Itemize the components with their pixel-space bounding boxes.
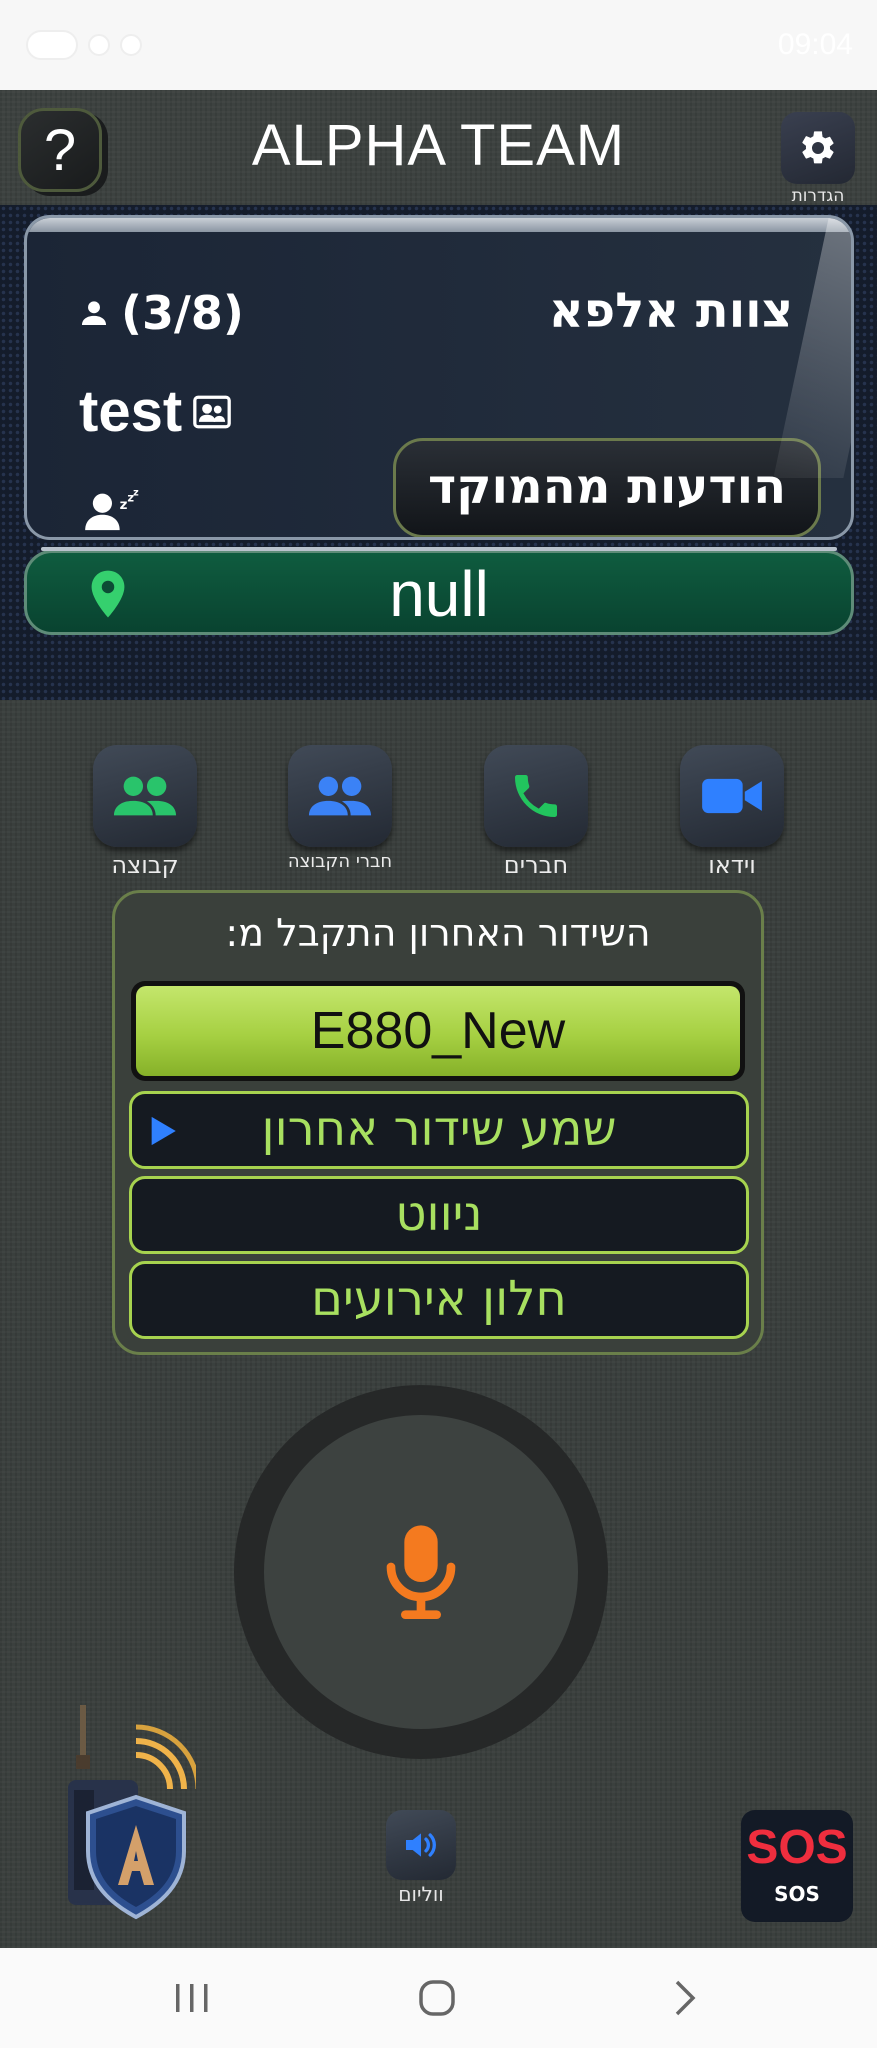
- broadcast-panel: השידור האחרון התקבל מ: E880_New שמע שידו…: [112, 890, 764, 1355]
- location-bar[interactable]: null: [24, 547, 854, 635]
- last-sender-field[interactable]: E880_New: [131, 981, 745, 1081]
- group-members-label: חברי הקבוצה: [287, 851, 393, 872]
- user-name-text: test: [79, 379, 183, 444]
- hq-messages-button[interactable]: הודעות מהמוקד: [393, 438, 821, 537]
- system-nav-bar: [0, 1948, 877, 2048]
- video-button[interactable]: [680, 745, 784, 847]
- speaker-icon: [406, 1833, 436, 1857]
- phone-icon: [515, 775, 557, 817]
- volume-button[interactable]: [386, 1810, 456, 1880]
- friends-label: חברים: [503, 851, 569, 879]
- top-bar: ? ALPHA TEAM הגדרות: [0, 90, 877, 206]
- member-count-text: (3/8): [121, 286, 244, 340]
- team-card: צוות אלפא (3/8) test z z z הודעות מהמוקד: [24, 215, 854, 540]
- app-logo: [66, 1705, 201, 1924]
- member-count[interactable]: (3/8): [77, 286, 244, 340]
- walkie-talkie-logo-icon: [68, 1705, 201, 1920]
- sos-big-text: SOS: [746, 1821, 848, 1874]
- video-icon: [702, 778, 762, 814]
- group-label: קבוצה: [111, 851, 179, 879]
- recents-icon: [176, 1984, 208, 2012]
- events-window-button[interactable]: חלון אירועים: [129, 1261, 749, 1339]
- back-button[interactable]: [665, 1978, 705, 2022]
- sleep-status-icon[interactable]: z z z: [83, 486, 141, 536]
- group-button[interactable]: [93, 745, 197, 847]
- back-chevron-icon: [675, 1980, 696, 2016]
- app-screen: ? ALPHA TEAM הגדרות צוות אלפא (3/8) test: [0, 90, 877, 1948]
- wifi-icon: [88, 34, 110, 56]
- contact-card-icon: [193, 395, 231, 428]
- volume-control[interactable]: ווליום: [384, 1810, 458, 1906]
- home-icon: [419, 1980, 455, 2016]
- team-name: צוות אלפא: [548, 283, 793, 339]
- status-icons: [26, 30, 142, 60]
- play-icon: [151, 1116, 176, 1146]
- notification-icon: [26, 30, 78, 60]
- status-bar: 09:04: [0, 0, 877, 90]
- friends-button[interactable]: [484, 745, 588, 847]
- broadcast-title: השידור האחרון התקבל מ:: [225, 911, 651, 955]
- play-last-broadcast-button[interactable]: שמע שידור אחרון: [129, 1091, 749, 1169]
- push-to-talk-inner: [264, 1415, 578, 1729]
- action-row: קבוצה חברי הקבוצה חברים וידאו: [0, 745, 877, 885]
- video-action[interactable]: וידאו: [677, 745, 787, 879]
- gear-icon: [802, 131, 834, 164]
- recents-button[interactable]: [172, 1978, 212, 2022]
- group-members-action[interactable]: חברי הקבוצה: [285, 745, 395, 872]
- location-status-icon: [120, 34, 142, 56]
- last-sender-text: E880_New: [136, 986, 740, 1076]
- group-action[interactable]: קבוצה: [90, 745, 200, 879]
- app-title: ALPHA TEAM: [251, 113, 626, 178]
- friends-action[interactable]: חברים: [481, 745, 591, 879]
- volume-label: ווליום: [398, 1882, 444, 1906]
- status-time: 09:04: [777, 28, 853, 61]
- group-icon: [113, 776, 177, 816]
- sos-small-text: SOS: [774, 1882, 820, 1906]
- svg-text:z: z: [133, 488, 139, 499]
- navigation-button[interactable]: ניווט: [129, 1176, 749, 1254]
- user-name: test: [79, 378, 232, 445]
- home-button[interactable]: [417, 1978, 457, 2022]
- team-card-highlight: [27, 218, 851, 232]
- push-to-talk-button[interactable]: [234, 1385, 608, 1759]
- video-label: וידאו: [708, 851, 756, 879]
- location-text: null: [389, 558, 489, 630]
- group-members-button[interactable]: [288, 745, 392, 847]
- sos-button[interactable]: SOS SOS: [741, 1810, 853, 1922]
- settings-label: הגדרות: [791, 186, 845, 206]
- microphone-icon: [386, 1525, 456, 1619]
- person-icon: [81, 301, 107, 326]
- play-last-label: שמע שידור אחרון: [261, 1101, 617, 1157]
- header-panel: צוות אלפא (3/8) test z z z הודעות מהמוקד…: [0, 205, 877, 700]
- group-members-icon: [308, 776, 372, 816]
- settings-button[interactable]: [781, 112, 855, 184]
